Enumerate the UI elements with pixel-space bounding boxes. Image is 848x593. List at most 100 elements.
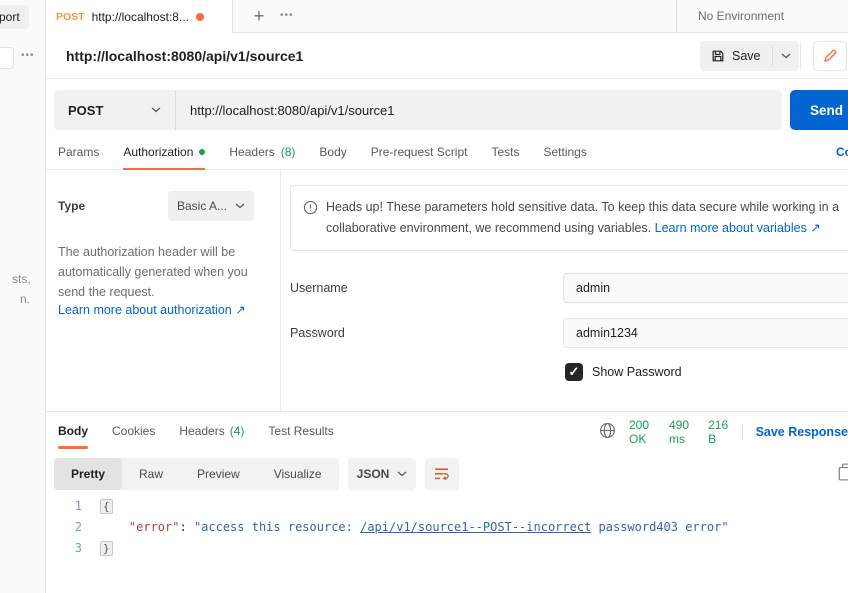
headers-count-badge: (4) xyxy=(230,412,245,451)
sidebar-text-fragment: n. xyxy=(20,292,30,306)
tab-method-badge: POST xyxy=(56,11,85,23)
tab-bar: POST http://localhost:8... + ••• No Envi… xyxy=(46,0,848,33)
edit-request-button[interactable] xyxy=(813,41,847,71)
response-tab-headers[interactable]: Headers (4) xyxy=(179,412,244,451)
tab-label: Settings xyxy=(544,135,587,170)
response-tab-cookies[interactable]: Cookies xyxy=(112,412,155,451)
send-button[interactable]: Send xyxy=(790,90,848,130)
request-tab[interactable]: POST http://localhost:8... xyxy=(46,0,233,33)
response-tabs-row: Body Cookies Headers (4) Test Results 20… xyxy=(46,412,848,451)
save-response-button[interactable]: Save Response xyxy=(756,425,848,439)
response-meta: 200 OK 490 ms 216 B Save Response xyxy=(599,412,848,451)
tab-label: Pre-request Script xyxy=(371,135,468,170)
active-tab-underline xyxy=(58,446,88,449)
auth-type-value: Basic A... xyxy=(177,199,227,213)
unsaved-changes-dot-icon xyxy=(196,13,204,21)
method-url-container: POST xyxy=(54,90,782,130)
line-number: 2 xyxy=(46,517,90,538)
environment-selector[interactable]: No Environment xyxy=(698,0,784,33)
show-password-row: Show Password xyxy=(565,363,682,381)
format-selector[interactable]: JSON xyxy=(348,458,416,490)
tab-headers[interactable]: Headers (8) xyxy=(229,135,295,170)
cookies-link[interactable]: Cookies xyxy=(836,135,848,170)
line-number: 1 xyxy=(46,496,90,517)
fold-marker[interactable]: { xyxy=(100,499,113,514)
request-header-row: http://localhost:8080/api/v1/source1 Sav… xyxy=(46,33,848,79)
sensitive-data-warning: Heads up! These parameters hold sensitiv… xyxy=(290,185,848,251)
view-pretty-button[interactable]: Pretty xyxy=(54,458,122,490)
json-value-link[interactable]: /api/v1/source1--POST--incorrect xyxy=(360,520,591,534)
request-tabs: Params Authorization Headers (8) Body Pr… xyxy=(46,135,848,170)
save-button-label: Save xyxy=(732,49,761,63)
sidebar-search-input[interactable] xyxy=(0,47,14,69)
tab-label: Params xyxy=(58,135,99,170)
code-line: 2 "error": "access this resource: /api/v… xyxy=(46,517,848,538)
wrap-text-icon xyxy=(434,467,450,481)
save-button[interactable]: Save xyxy=(700,41,772,71)
tab-authorization[interactable]: Authorization xyxy=(123,135,205,170)
divider xyxy=(676,0,677,33)
authorization-panel: Type Basic A... The authorization header… xyxy=(46,170,848,411)
show-password-checkbox[interactable] xyxy=(565,363,583,381)
auth-type-panel: Type Basic A... The authorization header… xyxy=(46,170,281,411)
code-line: 1 { xyxy=(46,496,848,517)
configured-dot-icon xyxy=(199,149,205,155)
network-globe-icon[interactable] xyxy=(599,422,616,442)
learn-more-variables-link[interactable]: Learn more about variables ↗ xyxy=(655,221,821,235)
auth-description: The authorization header will be automat… xyxy=(58,242,266,302)
learn-more-authorization-link[interactable]: Learn more about authorization ↗ xyxy=(58,302,246,317)
save-icon xyxy=(711,49,725,63)
json-key: "error" xyxy=(129,520,180,534)
tab-label: Body xyxy=(319,135,346,170)
response-tab-body[interactable]: Body xyxy=(58,412,88,451)
auth-type-selector[interactable]: Basic A... xyxy=(168,191,254,221)
sidebar-text-fragment: sts, xyxy=(12,272,31,286)
password-label: Password xyxy=(290,326,345,340)
left-sidebar: mport ••• sts, n. xyxy=(0,0,46,593)
method-selector[interactable]: POST xyxy=(54,90,176,130)
warning-text: Heads up! These parameters hold sensitiv… xyxy=(326,197,848,239)
tab-pre-request-script[interactable]: Pre-request Script xyxy=(371,135,468,170)
save-options-button[interactable] xyxy=(773,41,799,71)
view-preview-button[interactable]: Preview xyxy=(180,458,257,490)
username-field[interactable] xyxy=(563,273,848,303)
code-line: 3 } xyxy=(46,538,848,559)
response-toolbar: Pretty Raw Preview Visualize JSON xyxy=(46,458,848,490)
show-password-label: Show Password xyxy=(592,365,682,379)
save-button-group: Save xyxy=(700,41,799,71)
response-tab-test-results[interactable]: Test Results xyxy=(268,412,333,451)
json-colon: : xyxy=(179,520,193,534)
auth-fields-panel: Heads up! These parameters hold sensitiv… xyxy=(281,170,848,411)
request-title: http://localhost:8080/api/v1/source1 xyxy=(66,48,303,64)
pencil-icon xyxy=(822,48,838,64)
info-circle-icon xyxy=(303,200,318,239)
chevron-down-icon xyxy=(781,53,791,59)
view-raw-button[interactable]: Raw xyxy=(122,458,180,490)
response-tabs: Body Cookies Headers (4) Test Results xyxy=(58,412,334,451)
password-field[interactable] xyxy=(563,318,848,348)
json-value: password403 error" xyxy=(591,520,728,534)
response-time: 490 ms xyxy=(669,418,695,446)
tab-label: Headers xyxy=(229,135,274,170)
tab-body[interactable]: Body xyxy=(319,135,346,170)
tab-tests[interactable]: Tests xyxy=(491,135,519,170)
divider xyxy=(800,43,801,69)
view-visualize-button[interactable]: Visualize xyxy=(257,458,339,490)
import-button[interactable]: mport xyxy=(0,5,29,29)
sidebar-more-icon[interactable]: ••• xyxy=(21,50,35,61)
wrap-lines-button[interactable] xyxy=(425,458,459,490)
divider xyxy=(742,424,743,440)
tab-settings[interactable]: Settings xyxy=(544,135,587,170)
tab-options-icon[interactable]: ••• xyxy=(280,10,294,21)
url-input[interactable] xyxy=(176,90,782,130)
tab-label: Test Results xyxy=(268,412,333,451)
fold-marker[interactable]: } xyxy=(100,541,113,556)
response-body-viewer: 1 { 2 "error": "access this resource: /a… xyxy=(46,496,848,559)
new-tab-button[interactable]: + xyxy=(246,3,272,29)
tab-params[interactable]: Params xyxy=(58,135,99,170)
json-value: "access this resource: xyxy=(194,520,360,534)
copy-response-button[interactable] xyxy=(838,463,848,483)
code-content: { xyxy=(100,496,113,517)
username-label: Username xyxy=(290,281,348,295)
tab-label: Cookies xyxy=(112,412,155,451)
